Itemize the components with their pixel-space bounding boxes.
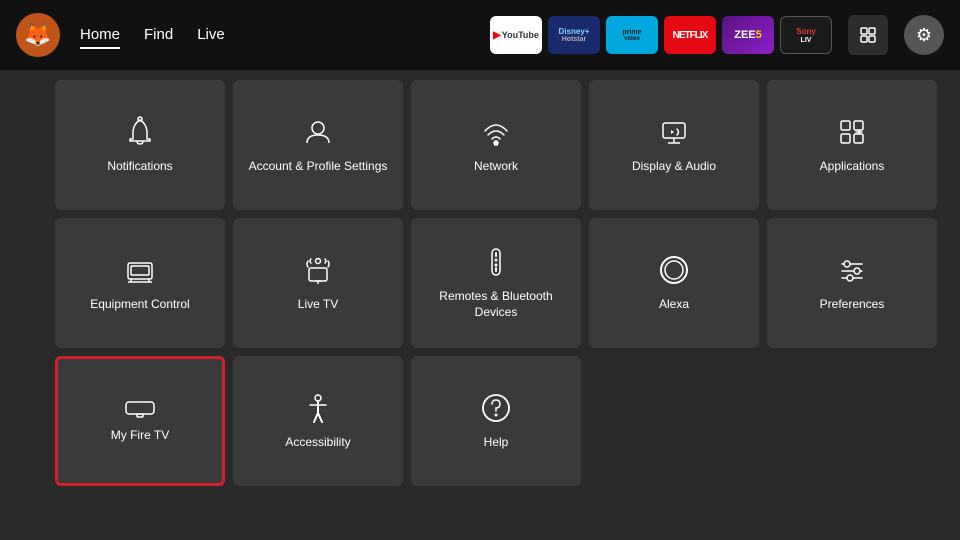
settings-button[interactable]: ⚙ — [904, 15, 944, 55]
nav-find[interactable]: Find — [144, 22, 173, 49]
account-profile-icon — [301, 115, 335, 149]
cell-preferences[interactable]: Preferences — [767, 218, 937, 348]
cell-empty-1 — [589, 356, 759, 486]
grid-row-1: Notifications Account & Profile Settings — [55, 80, 905, 210]
cell-accessibility[interactable]: Accessibility — [233, 356, 403, 486]
my-fire-tv-label: My Fire TV — [103, 428, 177, 444]
equipment-control-icon — [123, 253, 157, 287]
app-icons: ▶YouTube Disney+ Hotstar prime video NET… — [490, 16, 832, 54]
live-tv-label: Live TV — [290, 297, 346, 313]
notifications-icon — [123, 115, 157, 149]
help-icon — [479, 391, 513, 425]
applications-icon — [835, 115, 869, 149]
cell-help[interactable]: Help — [411, 356, 581, 486]
nav-home[interactable]: Home — [80, 22, 120, 49]
display-audio-label: Display & Audio — [624, 159, 724, 175]
help-label: Help — [476, 435, 517, 451]
cell-empty-2 — [767, 356, 937, 486]
cell-display-audio[interactable]: Display & Audio — [589, 80, 759, 210]
settings-grid: Notifications Account & Profile Settings — [0, 70, 960, 540]
grid-row-3: My Fire TV Accessibility — [55, 356, 905, 486]
live-tv-icon — [301, 253, 335, 287]
cell-remotes-bluetooth[interactable]: Remotes & Bluetooth Devices — [411, 218, 581, 348]
display-audio-icon — [657, 115, 691, 149]
applications-label: Applications — [812, 159, 893, 175]
nav-live[interactable]: Live — [197, 22, 225, 49]
cell-applications[interactable]: Applications — [767, 80, 937, 210]
cell-my-fire-tv[interactable]: My Fire TV — [55, 356, 225, 486]
app-sony[interactable]: Sony LIV — [780, 16, 832, 54]
logo[interactable]: 🦊 — [16, 13, 60, 57]
cell-alexa[interactable]: Alexa — [589, 218, 759, 348]
app-netflix[interactable]: NETFLIX — [664, 16, 716, 54]
cell-network[interactable]: Network — [411, 80, 581, 210]
notifications-label: Notifications — [99, 159, 180, 175]
app-disney[interactable]: Disney+ Hotstar — [548, 16, 600, 54]
accessibility-icon — [301, 391, 335, 425]
equipment-control-label: Equipment Control — [82, 297, 197, 313]
grid-row-2: Equipment Control Live TV — [55, 218, 905, 348]
alexa-icon — [657, 253, 691, 287]
preferences-label: Preferences — [812, 297, 893, 313]
app-youtube[interactable]: ▶YouTube — [490, 16, 542, 54]
cell-notifications[interactable]: Notifications — [55, 80, 225, 210]
remotes-bluetooth-icon — [479, 245, 513, 279]
account-profile-label: Account & Profile Settings — [241, 159, 396, 175]
cell-live-tv[interactable]: Live TV — [233, 218, 403, 348]
grid-view-button[interactable] — [848, 15, 888, 55]
nav-items: Home Find Live — [80, 22, 225, 49]
network-label: Network — [466, 159, 526, 175]
my-fire-tv-icon — [123, 398, 157, 418]
app-zee5[interactable]: ZEE5 — [722, 16, 774, 54]
alexa-label: Alexa — [651, 297, 697, 313]
preferences-icon — [835, 253, 869, 287]
cell-equipment-control[interactable]: Equipment Control — [55, 218, 225, 348]
network-icon — [479, 115, 513, 149]
accessibility-label: Accessibility — [277, 435, 358, 451]
remotes-bluetooth-label: Remotes & Bluetooth Devices — [411, 289, 581, 320]
app-prime[interactable]: prime video — [606, 16, 658, 54]
header: 🦊 Home Find Live ▶YouTube Disney+ Hotsta… — [0, 0, 960, 70]
cell-account-profile[interactable]: Account & Profile Settings — [233, 80, 403, 210]
